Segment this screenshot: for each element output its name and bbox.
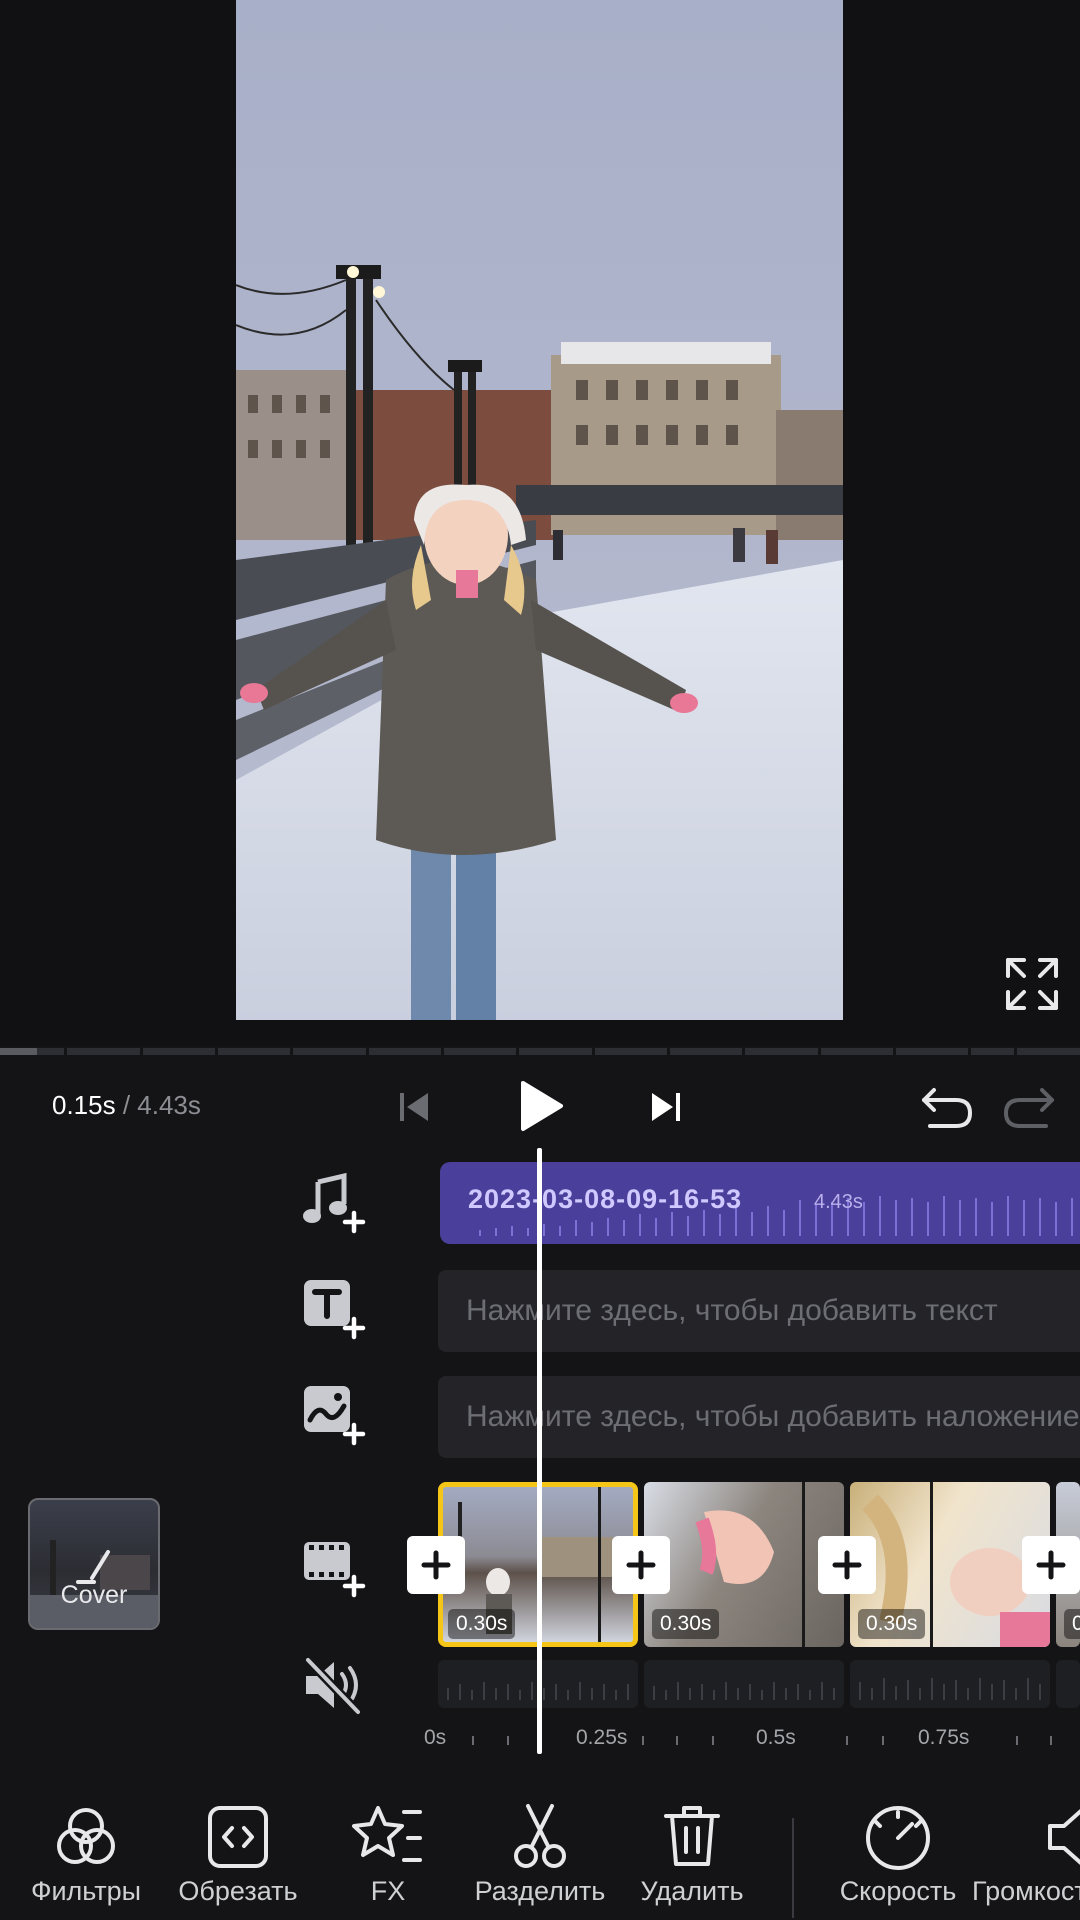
cover-thumbnail xyxy=(30,1540,158,1628)
cover-button[interactable]: Cover xyxy=(28,1498,160,1630)
add-transition-button[interactable] xyxy=(407,1536,465,1594)
clip-duration: 0.30s xyxy=(858,1609,926,1639)
mute-original-audio-button[interactable] xyxy=(300,1650,370,1720)
ruler-tick xyxy=(882,1736,884,1745)
plus-icon xyxy=(626,1550,656,1580)
clip-audio-waveform xyxy=(1056,1660,1080,1708)
undo-button[interactable] xyxy=(916,1080,976,1134)
ruler-label: 0.5s xyxy=(756,1726,796,1749)
plus-icon xyxy=(421,1550,451,1580)
video-clip[interactable]: 0.30s xyxy=(644,1482,844,1647)
music-add-icon xyxy=(303,1172,366,1234)
time-display: 0.15s / 4.43s xyxy=(52,1090,201,1121)
speaker-muted-icon xyxy=(304,1656,362,1716)
overlay-track[interactable]: Нажмите здесь, чтобы добавить наложение xyxy=(438,1376,1080,1458)
plus-icon xyxy=(832,1550,862,1580)
progress-segment-divider xyxy=(441,1048,444,1055)
scissors-icon xyxy=(514,1804,566,1868)
clip-audio-waveform xyxy=(644,1660,844,1708)
trim-icon xyxy=(208,1806,268,1868)
progress-segment-divider xyxy=(667,1048,670,1055)
volume-icon xyxy=(1048,1809,1080,1865)
skip-to-end-button[interactable] xyxy=(646,1084,686,1130)
fx-star-icon xyxy=(352,1806,422,1862)
ruler-label: 0.25s xyxy=(576,1726,628,1749)
progress-segment-divider xyxy=(818,1048,821,1055)
add-overlay-button[interactable] xyxy=(300,1380,370,1450)
clip-audio-waveform xyxy=(850,1660,1050,1708)
text-track[interactable]: Нажмите здесь, чтобы добавить текст xyxy=(438,1270,1080,1352)
redo-button[interactable] xyxy=(1000,1080,1060,1134)
playback-progress-bar[interactable] xyxy=(0,1048,1080,1055)
trash-icon xyxy=(664,1806,720,1866)
filters-icon xyxy=(57,1808,115,1864)
ruler-label: 0s xyxy=(424,1726,447,1749)
speed-button[interactable]: Скорость xyxy=(818,1790,978,1920)
bottom-toolbar: Фильтры Обрезать FX Разделить Удалить Ск… xyxy=(0,1790,1080,1920)
delete-label: Удалить xyxy=(640,1876,744,1906)
progress-segment-divider xyxy=(64,1048,67,1055)
progress-segment-divider xyxy=(516,1048,519,1055)
playhead[interactable] xyxy=(537,1148,542,1754)
clip-duration: 0.30s xyxy=(652,1609,720,1639)
ruler-tick xyxy=(846,1736,848,1745)
ruler-tick xyxy=(642,1736,644,1745)
toolbar-divider xyxy=(792,1818,794,1918)
progress-segment-divider xyxy=(215,1048,218,1055)
progress-segment-divider xyxy=(742,1048,745,1055)
film-add-icon xyxy=(304,1542,366,1598)
progress-fill xyxy=(0,1048,37,1055)
video-scene-image xyxy=(236,0,843,1020)
skip-to-start-button[interactable] xyxy=(394,1084,434,1130)
text-track-hint: Нажмите здесь, чтобы добавить текст xyxy=(466,1294,998,1327)
video-frame xyxy=(236,0,843,1020)
volume-label: Громкость xyxy=(972,1876,1080,1906)
add-clip-button[interactable] xyxy=(300,1530,370,1600)
progress-segment-divider xyxy=(366,1048,369,1055)
add-music-button[interactable] xyxy=(300,1168,370,1238)
overlay-track-hint: Нажмите здесь, чтобы добавить наложение xyxy=(466,1400,1080,1433)
add-text-button[interactable] xyxy=(300,1274,370,1344)
ruler-tick xyxy=(1050,1736,1052,1745)
volume-button[interactable]: Громкость xyxy=(972,1790,1080,1920)
video-clip[interactable]: 0.30s xyxy=(850,1482,1050,1647)
progress-segment-divider xyxy=(592,1048,595,1055)
speedometer-icon xyxy=(866,1806,930,1870)
audio-track-name: 2023-03-08-09-16-53 xyxy=(468,1184,743,1214)
ruler-tick xyxy=(712,1736,714,1745)
ruler-tick xyxy=(1016,1736,1018,1745)
add-transition-button[interactable] xyxy=(1022,1536,1080,1594)
progress-segment-divider xyxy=(968,1048,971,1055)
text-add-icon xyxy=(304,1280,366,1340)
video-preview[interactable] xyxy=(0,0,1080,1046)
plus-icon xyxy=(1036,1550,1066,1580)
cover-label: Cover xyxy=(60,1581,128,1609)
progress-segment-divider xyxy=(140,1048,143,1055)
delete-button[interactable]: Удалить xyxy=(612,1790,772,1920)
speed-label: Скорость xyxy=(839,1876,957,1906)
progress-segment-divider xyxy=(893,1048,896,1055)
clip-duration: 0 xyxy=(1064,1609,1080,1639)
time-separator: / xyxy=(115,1090,138,1120)
ruler-tick xyxy=(472,1736,474,1745)
add-transition-button[interactable] xyxy=(612,1536,670,1594)
play-icon xyxy=(521,1081,563,1131)
ruler-tick xyxy=(676,1736,678,1745)
progress-segment-divider xyxy=(1014,1048,1017,1055)
audio-track-duration: 4.43s xyxy=(814,1191,863,1213)
current-time: 0.15s xyxy=(52,1090,116,1120)
play-button[interactable] xyxy=(510,1076,570,1136)
total-time: 4.43s xyxy=(137,1090,201,1120)
skip-forward-icon xyxy=(652,1093,680,1121)
progress-segment-divider xyxy=(290,1048,293,1055)
overlay-add-icon xyxy=(304,1386,366,1446)
ruler-label: 0.75s xyxy=(918,1726,970,1749)
add-transition-button[interactable] xyxy=(818,1536,876,1594)
skip-back-icon xyxy=(400,1093,428,1121)
undo-icon xyxy=(922,1088,973,1128)
audio-track-clip[interactable]: 2023-03-08-09-16-53 4.43s xyxy=(440,1162,1080,1244)
fullscreen-expand-icon[interactable] xyxy=(1002,954,1062,1014)
redo-icon xyxy=(1003,1088,1054,1128)
ruler-tick xyxy=(507,1736,509,1745)
